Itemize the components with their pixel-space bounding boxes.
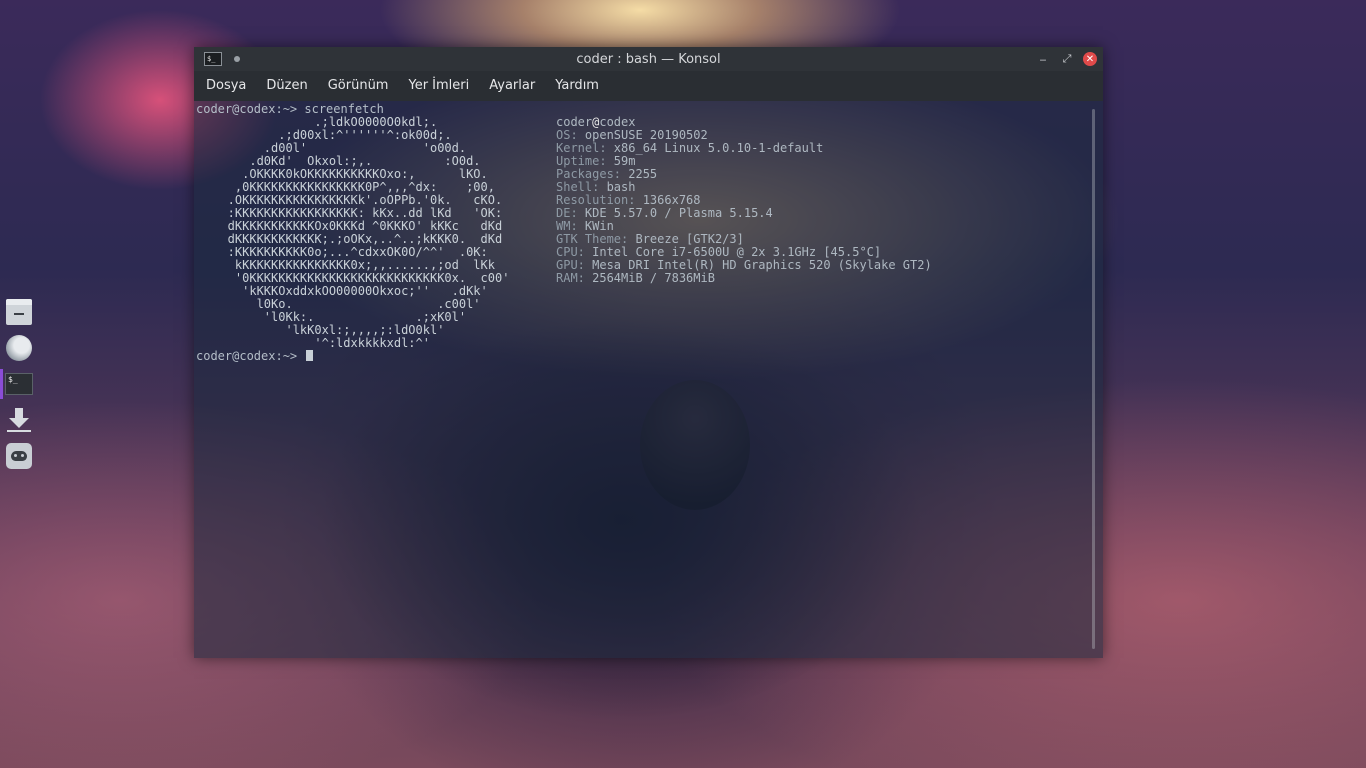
info-value: 59m [606, 154, 636, 168]
info-host: codex [599, 115, 636, 129]
info-value: KDE 5.57.0 / Plasma 5.15.4 [577, 206, 773, 220]
info-key: Uptime: [556, 154, 607, 168]
system-info: coder@codex OS: openSUSE 20190502 Kernel… [556, 116, 932, 285]
download-icon [6, 407, 32, 433]
pin-icon[interactable] [234, 56, 240, 62]
info-value: x86_64 Linux 5.0.10-1-default [606, 141, 824, 155]
opensuse-ascii-logo: .;ldkO0000O0kdl;. .;d00xl:^''''''^:ok00d… [227, 115, 510, 350]
minimize-button[interactable]: ‒ [1035, 51, 1051, 67]
dock-item-terminal[interactable]: $_ [0, 369, 34, 399]
menu-view[interactable]: Görünüm [318, 71, 399, 101]
info-key: GPU: [556, 258, 585, 272]
info-key: Shell: [556, 180, 600, 194]
info-key: GTK Theme: [556, 232, 629, 246]
dock-item-downloads[interactable] [4, 405, 34, 435]
info-key: Packages: [556, 167, 622, 181]
info-key: OS: [556, 128, 578, 142]
dock-item-files[interactable] [4, 297, 34, 327]
menu-bookmarks[interactable]: Yer İmleri [398, 71, 479, 101]
info-key: RAM: [556, 271, 585, 285]
discord-icon [6, 443, 32, 469]
scrollbar[interactable] [1092, 109, 1095, 649]
menu-edit[interactable]: Düzen [256, 71, 317, 101]
dock-item-discord[interactable] [4, 441, 34, 471]
prompt-text: coder@codex:~> [196, 349, 305, 363]
maximize-button[interactable]: ⤢ [1059, 51, 1075, 67]
info-key: DE: [556, 206, 578, 220]
menu-file[interactable]: Dosya [196, 71, 256, 101]
menu-help[interactable]: Yardım [545, 71, 609, 101]
info-key: Resolution: [556, 193, 636, 207]
konsole-window: $_ coder : bash — Konsol ‒ ⤢ ✕ Dosya Düz… [194, 47, 1103, 658]
info-value: Mesa DRI Intel(R) HD Graphics 520 (Skyla… [584, 258, 932, 272]
info-key: CPU: [556, 245, 585, 259]
info-value: 2564MiB / 7836MiB [584, 271, 715, 285]
dock: $_ [0, 297, 34, 477]
menu-settings[interactable]: Ayarlar [479, 71, 545, 101]
konsole-app-icon[interactable]: $_ [204, 52, 222, 66]
info-value: bash [599, 180, 636, 194]
info-key: WM: [556, 219, 578, 233]
info-value: openSUSE 20190502 [577, 128, 708, 142]
info-value: KWin [577, 219, 614, 233]
menubar: Dosya Düzen Görünüm Yer İmleri Ayarlar Y… [194, 71, 1103, 101]
firefox-icon [6, 335, 32, 361]
window-title: coder : bash — Konsol [576, 51, 721, 67]
info-value: 1366x768 [635, 193, 701, 207]
prompt-line[interactable]: coder@codex:~> [196, 349, 314, 363]
file-manager-icon [6, 299, 32, 325]
info-value: Breeze [GTK2/3] [628, 232, 744, 246]
info-value: 2255 [621, 167, 658, 181]
text-cursor [306, 350, 314, 361]
info-user: coder [556, 115, 593, 129]
close-button[interactable]: ✕ [1083, 52, 1097, 66]
dock-item-firefox[interactable] [4, 333, 34, 363]
titlebar[interactable]: $_ coder : bash — Konsol ‒ ⤢ ✕ [194, 47, 1103, 71]
terminal-area[interactable]: coder@codex:~> screenfetch .;ldkO0000O0k… [194, 101, 1103, 658]
terminal-icon: $_ [5, 373, 33, 395]
info-row: RAM: 2564MiB / 7836MiB [556, 272, 932, 285]
info-value: Intel Core i7-6500U @ 2x 3.1GHz [45.5°C] [584, 245, 882, 259]
info-key: Kernel: [556, 141, 607, 155]
